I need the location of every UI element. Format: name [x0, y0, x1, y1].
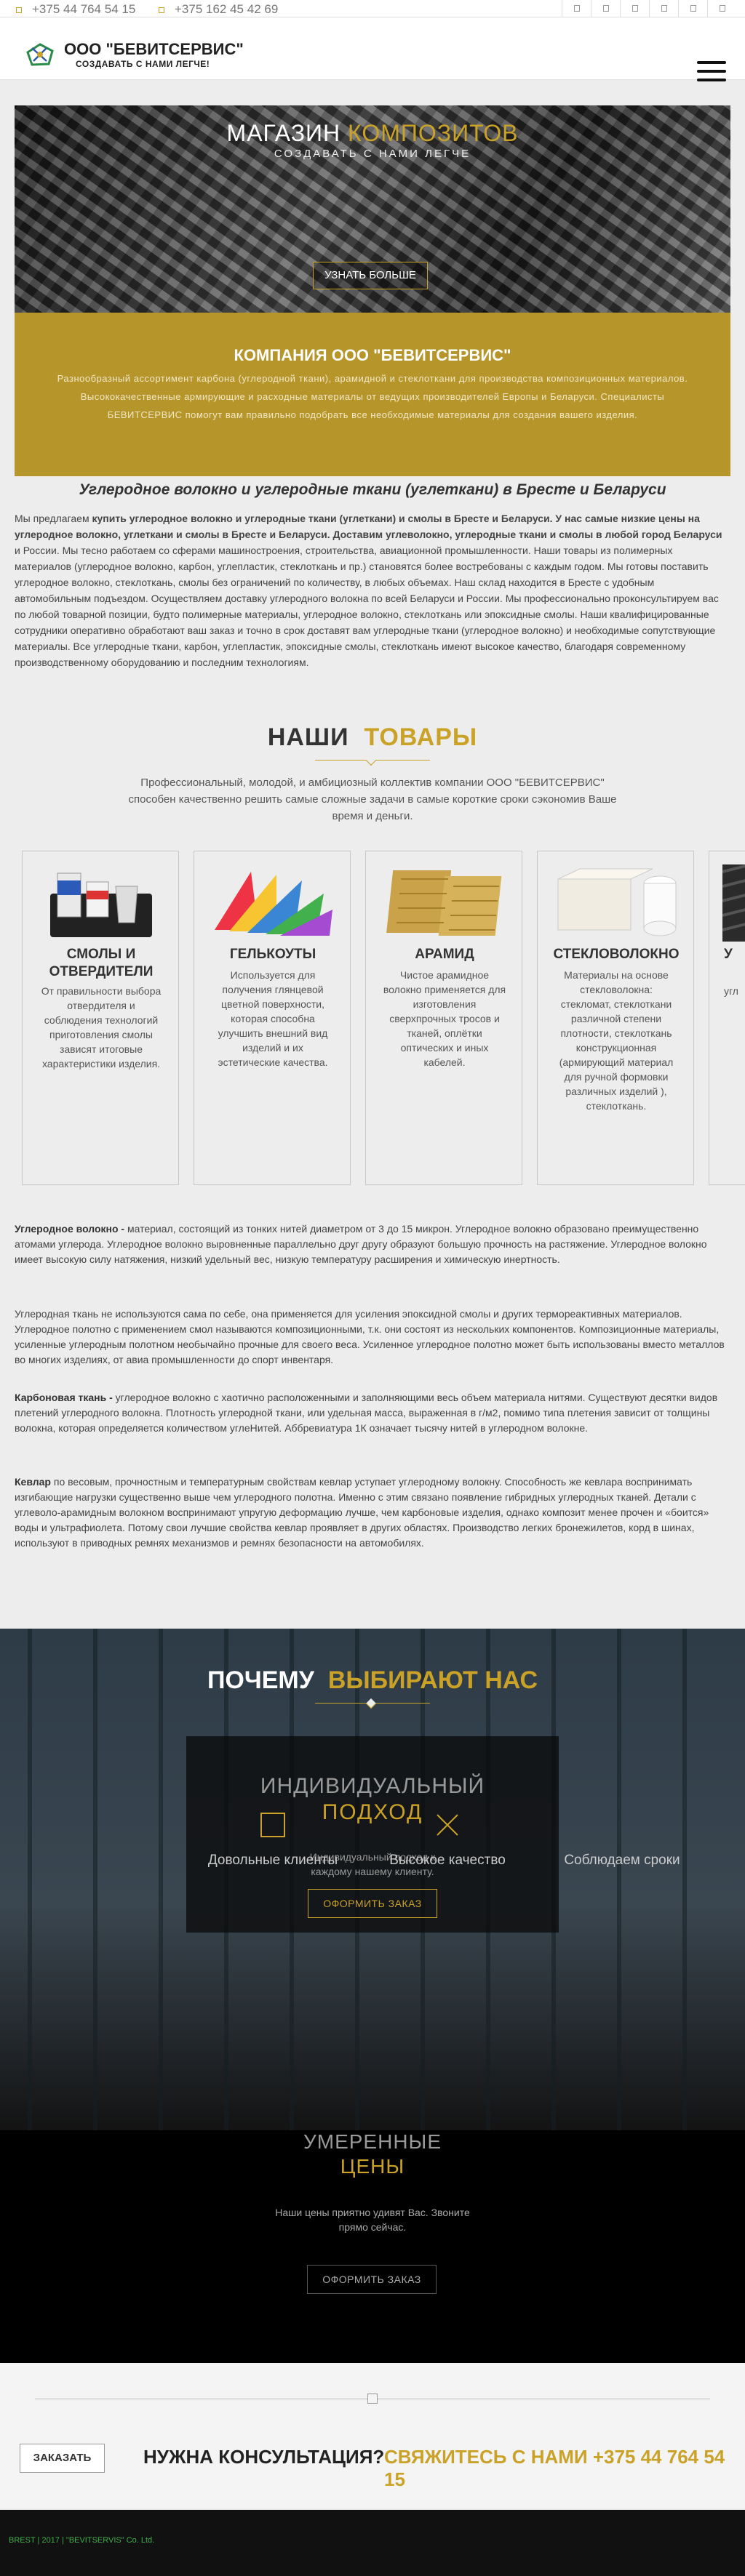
social-icon-2[interactable]: [591, 0, 620, 17]
top-bar: +375 44 764 54 15 +375 162 45 42 69: [0, 0, 745, 17]
site-header: ООО "БЕВИТСЕРВИС" СОЗДАВАТЬ С НАМИ ЛЕГЧЕ…: [0, 17, 745, 83]
order-button-3[interactable]: ЗАКАЗАТЬ: [20, 2444, 105, 2473]
company-block: КОМПАНИЯ ООО "БЕВИТСЕРВИС" Разнообразный…: [15, 313, 730, 476]
chevron-up-icon[interactable]: [367, 2394, 378, 2404]
product-card-partial[interactable]: У угл: [709, 851, 745, 1185]
info-kevlar: Кевлар по весовым, прочностным и темпера…: [15, 1476, 709, 1549]
copyright-text: BREST | 2017 | "BEVITSERVIS" Co. Ltd.: [9, 2536, 155, 2545]
logo-title[interactable]: ООО "БЕВИТСЕРВИС": [64, 40, 244, 59]
why-us-section: ПОЧЕМУ ВЫБИРАЮТ НАС ИНДИВИДУАЛЬНЫЙ ПОДХО…: [0, 1629, 745, 2130]
site-footer: BREST | 2017 | "BEVITSERVIS" Co. Ltd.: [0, 2510, 745, 2576]
hero-subtitle: СОЗДАВАТЬ С НАМИ ЛЕГЧЕ: [274, 148, 471, 160]
goods-title: НАШИ ТОВАРЫ: [267, 723, 478, 751]
info-carbon-fiber: Углеродное волокно - материал, состоящий…: [15, 1223, 707, 1265]
social-icon-1[interactable]: [562, 0, 591, 17]
consult-question: НУЖНА КОНСУЛЬТАЦИЯ?: [143, 2446, 385, 2468]
hero-title: МАГАЗИН КОМПОЗИТОВ: [226, 120, 519, 146]
company-text: Разнообразный ассортимент карбона (углер…: [57, 373, 688, 420]
info-carbon-fabric: Углеродная ткань не используются сама по…: [15, 1308, 725, 1365]
price-title-2: ЦЕНЫ: [340, 2155, 405, 2178]
square-icon: [260, 1813, 285, 1837]
order-button-2[interactable]: ОФОРМИТЬ ЗАКАЗ: [307, 2265, 437, 2294]
product-image-carbon: [722, 864, 745, 942]
goods-description: Профессиональный, молодой, и амбициозный…: [128, 777, 617, 822]
order-button-1[interactable]: ОФОРМИТЬ ЗАКАЗ: [308, 1889, 437, 1918]
individual-approach-box: ИНДИВИДУАЛЬНЫЙ ПОДХОД Индивидуальный под…: [186, 1736, 559, 1933]
title-divider: [315, 758, 430, 766]
info-carbon-cloth: Карбоновая ткань - углеродное волокно с …: [15, 1392, 718, 1434]
price-title-1: УМЕРЕННЫЕ: [303, 2130, 442, 2153]
social-icon-6[interactable]: [707, 0, 745, 17]
learn-more-button[interactable]: УЗНАТЬ БОЛЬШЕ: [313, 262, 428, 289]
phone-link-1[interactable]: +375 44 764 54 15: [16, 2, 135, 17]
product-card-fiberglass[interactable]: СТЕКЛОВОЛОКНО Материалы на основе стекло…: [537, 851, 694, 1185]
phone-link-2[interactable]: +375 162 45 42 69: [159, 2, 278, 17]
logo-subtitle: СОЗДАВАТЬ С НАМИ ЛЕГЧЕ!: [76, 59, 210, 69]
social-icon-3[interactable]: [620, 0, 649, 17]
social-icon-4[interactable]: [649, 0, 678, 17]
title-divider: [315, 1701, 430, 1709]
product-card-aramid[interactable]: АРАМИД Чистое арамидное волокно применяе…: [365, 851, 522, 1185]
menu-icon[interactable]: [697, 61, 726, 83]
intro-paragraph: Мы предлагаем купить углеродное волокно …: [15, 513, 722, 668]
phone-icon: [159, 7, 164, 13]
product-card-gelcoats[interactable]: ГЕЛЬКОУТЫ Используется для получения гля…: [194, 851, 351, 1185]
product-card-resins[interactable]: СМОЛЫ И ОТВЕРДИТЕЛИ От правильности выбо…: [22, 851, 179, 1185]
cross-icon: [437, 1814, 458, 1836]
product-image-resins: [50, 872, 152, 937]
social-icon-5[interactable]: [678, 0, 707, 17]
intro-heading: Углеродное волокно и углеродные ткани (у…: [79, 481, 666, 498]
logo-icon[interactable]: [25, 42, 55, 67]
product-image-gelcoats: [215, 872, 332, 936]
phone-icon: [16, 7, 22, 13]
product-image-fiberglass: [557, 868, 677, 936]
company-title: КОМПАНИЯ ООО "БЕВИТСЕРВИС": [234, 346, 511, 364]
hero-banner: МАГАЗИН КОМПОЗИТОВ СОЗДАВАТЬ С НАМИ ЛЕГЧ…: [15, 105, 730, 313]
consult-call-link[interactable]: СВЯЖИТЕСЬ С НАМИ +375 44 764 54 15: [384, 2446, 745, 2491]
why-title: ПОЧЕМУ ВЫБИРАЮТ НАС: [207, 1666, 538, 1694]
price-text: Наши цены приятно удивят Вас. Звоните пр…: [275, 2207, 470, 2233]
product-image-aramid: [386, 870, 502, 936]
